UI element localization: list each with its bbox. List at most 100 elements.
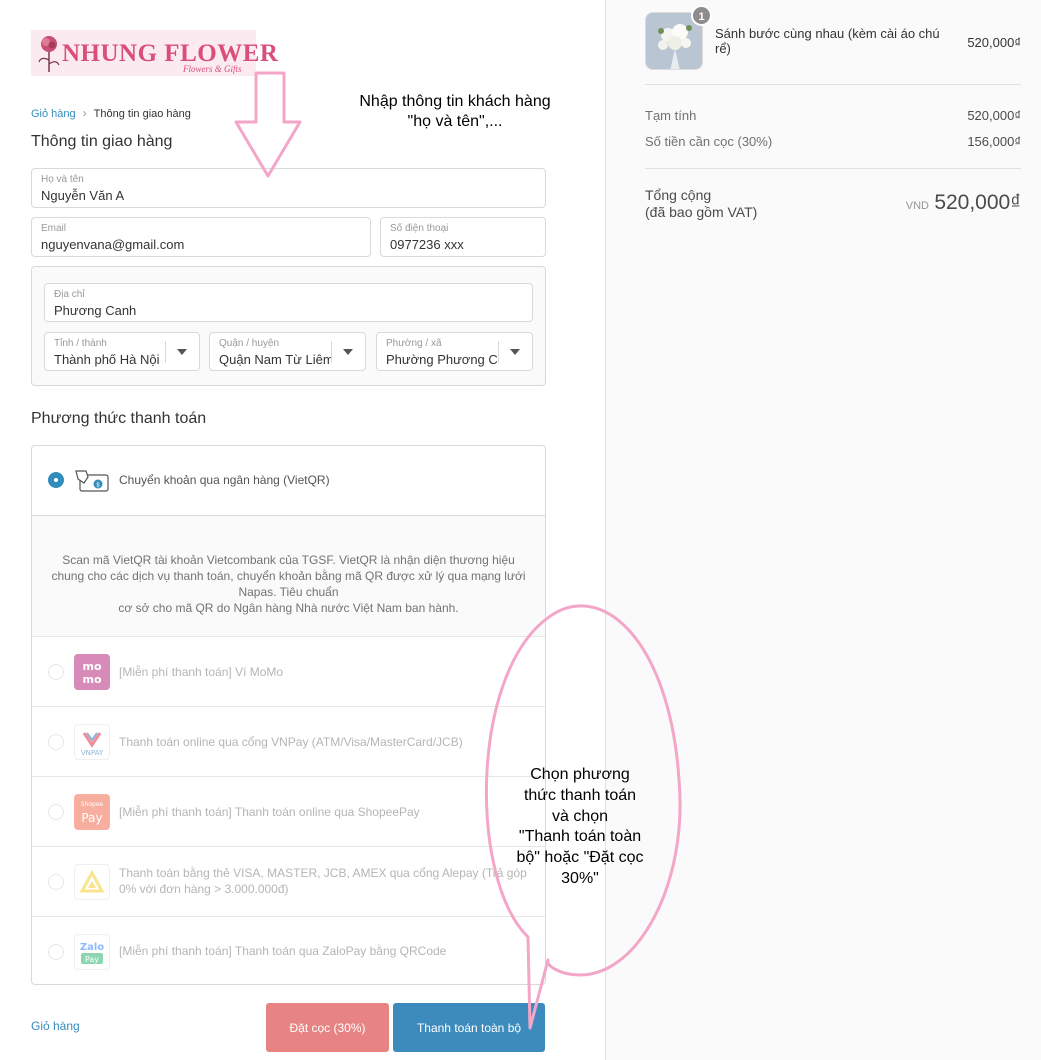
- annotation-text: "họ và tên",...: [407, 113, 503, 130]
- ward-label: Phường / xã: [386, 338, 442, 349]
- payment-option-momo[interactable]: mo mo [Miễn phí thanh toán] Ví MoMo: [32, 637, 545, 707]
- payment-methods: $ Chuyển khoản qua ngân hàng (VietQR) Sc…: [31, 445, 546, 985]
- province-select[interactable]: Tỉnh / thành Thành phố Hà Nội: [44, 332, 200, 371]
- product-name: Sánh bước cùng nhau (kèm cài áo chú rể): [715, 26, 940, 56]
- deposit-row: Số tiền cần cọc (30%) 156,000₫: [645, 134, 1021, 149]
- chevron-down-icon: [498, 341, 532, 363]
- bank-transfer-icon: $: [75, 470, 109, 492]
- svg-text:mo: mo: [82, 660, 101, 673]
- total-label: Tổng cộng: [645, 187, 712, 203]
- divider: [645, 168, 1021, 169]
- radio-button[interactable]: [48, 944, 64, 960]
- breadcrumb-cart-link[interactable]: Giỏ hàng: [31, 108, 76, 120]
- vietqr-label: Chuyển khoản qua ngân hàng (VietQR): [119, 473, 330, 487]
- payment-description-panel: Scan mã VietQR tài khoản Vietcombank của…: [32, 516, 545, 637]
- district-select[interactable]: Quận / huyện Quận Nam Từ Liêm: [209, 332, 366, 371]
- payment-section-title: Phương thức thanh toán: [31, 410, 207, 427]
- vnpay-label: Thanh toán online qua cổng VNPay (ATM/Vi…: [119, 735, 463, 749]
- momo-label: [Miễn phí thanh toán] Ví MoMo: [119, 665, 284, 679]
- annotation-text: thức thanh toán: [523, 786, 637, 804]
- divider: [645, 84, 1021, 85]
- svg-text:VNPAY: VNPAY: [81, 749, 104, 757]
- phone-value: 0977236 xxx: [390, 237, 464, 252]
- phone-field[interactable]: Số điện thoại 0977236 xxx: [380, 217, 546, 257]
- store-logo[interactable]: NHUNG FLOWER Flowers & Gifts: [31, 30, 278, 76]
- zalopay-logo: Zalo Pay: [74, 934, 110, 970]
- vietqr-description-text: Scan mã VietQR tài khoản Vietcombank của…: [51, 553, 526, 599]
- payment-option-alepay[interactable]: Thanh toán bằng thẻ VISA, MASTER, JCB, A…: [32, 847, 545, 917]
- deposit-button[interactable]: Đặt cọc (30%): [266, 1003, 389, 1052]
- breadcrumb: Giỏ hàng › Thông tin giao hàng: [31, 106, 191, 120]
- annotation-text: Chọn phương: [530, 766, 630, 783]
- payment-option-zalopay[interactable]: Zalo Pay [Miễn phí thanh toán] Thanh toán…: [32, 917, 545, 987]
- shipping-annotation: Nhập thông tin khách hàng "họ và tên",..…: [330, 92, 580, 132]
- vnpay-logo: VNPAY: [74, 724, 110, 760]
- currency-code: VND: [905, 200, 929, 212]
- back-to-cart-link[interactable]: Giỏ hàng: [31, 1019, 80, 1033]
- svg-text:$: $: [96, 482, 100, 489]
- total-label-block: Tổng cộng (đã bao gồm VAT): [645, 187, 757, 221]
- svg-text:Pay: Pay: [81, 811, 102, 825]
- alepay-label: Thanh toán bằng thẻ VISA, MASTER, JCB, A…: [119, 866, 527, 896]
- payment-option-shopeepay[interactable]: Shopee Pay [Miễn phí thanh toán] Thanh to…: [32, 777, 545, 847]
- svg-text:mo: mo: [82, 673, 101, 686]
- product-price: 520,000₫: [967, 35, 1021, 50]
- province-value: Thành phố Hà Nội: [54, 352, 160, 367]
- vietqr-description-text-2: cơ sở cho mã QR do Ngân hàng Nhà nước Vi…: [118, 601, 459, 615]
- address-label: Địa chỉ: [54, 289, 85, 300]
- zalopay-label: [Miễn phí thanh toán] Thanh toán qua Zal…: [119, 944, 447, 958]
- address-value: Phương Canh: [54, 303, 137, 318]
- down-arrow-annotation: [234, 71, 302, 178]
- svg-text:Zalo: Zalo: [80, 942, 104, 953]
- subtotal-row: Tạm tính 520,000₫: [645, 108, 1021, 123]
- alepay-logo: [74, 864, 110, 900]
- annotation-text: 30%": [561, 869, 599, 887]
- ward-select[interactable]: Phường / xã Phường Phương C: [376, 332, 533, 371]
- ward-value: Phường Phương C: [386, 352, 498, 367]
- payment-option-vnpay[interactable]: VNPAY Thanh toán online qua cổng VNPay (…: [32, 707, 545, 777]
- total-note: (đã bao gồm VAT): [645, 204, 758, 220]
- fullname-field[interactable]: Họ và tên Nguyễn Văn A: [31, 168, 546, 208]
- fullname-label: Họ và tên: [41, 174, 84, 185]
- shopeepay-logo: Shopee Pay: [74, 794, 110, 830]
- province-label: Tỉnh / thành: [54, 338, 107, 349]
- annotation-text: và chọn: [551, 807, 609, 825]
- radio-selected[interactable]: [48, 472, 64, 488]
- deposit-amount-value: 156,000₫: [967, 134, 1021, 149]
- vietqr-description: Scan mã VietQR tài khoản Vietcombank của…: [46, 552, 531, 616]
- chevron-right-icon: ›: [82, 106, 87, 120]
- rose-icon: [38, 36, 60, 72]
- chevron-down-icon: [331, 341, 365, 363]
- fullname-value: Nguyễn Văn A: [41, 188, 125, 203]
- email-value: nguyenvana@gmail.com: [41, 237, 185, 252]
- svg-text:Shopee: Shopee: [81, 801, 104, 808]
- order-summary: 1 Sánh bước cùng nhau (kèm cài áo chú rể…: [605, 0, 1041, 1060]
- annotation-text: "Thanh toán toàn: [518, 828, 642, 846]
- payment-option-vietqr[interactable]: $ Chuyển khoản qua ngân hàng (VietQR): [32, 446, 545, 516]
- subtotal-value: 520,000₫: [967, 108, 1021, 123]
- district-label: Quận / huyện: [219, 338, 280, 349]
- shopeepay-label: [Miễn phí thanh toán] Thanh toán online …: [119, 805, 420, 819]
- address-field[interactable]: Địa chỉ Phương Canh: [44, 283, 533, 322]
- pay-full-button[interactable]: Thanh toán toàn bộ: [393, 1003, 545, 1052]
- quantity-badge: 1: [691, 5, 712, 26]
- radio-button[interactable]: [48, 804, 64, 820]
- payment-annotation: Chọn phương thức thanh toán và chọn "Tha…: [495, 765, 665, 890]
- logo-text: NHUNG FLOWER: [62, 40, 279, 67]
- email-field[interactable]: Email nguyenvana@gmail.com: [31, 217, 371, 257]
- chevron-down-icon: [165, 341, 199, 363]
- shipping-section-title: Thông tin giao hàng: [31, 133, 173, 150]
- annotation-text: bộ" hoặc "Đặt cọc: [516, 849, 644, 867]
- deposit-amount-label: Số tiền cần cọc (30%): [645, 134, 773, 149]
- annotation-text: Nhập thông tin khách hàng: [359, 93, 551, 110]
- radio-button[interactable]: [48, 874, 64, 890]
- radio-button[interactable]: [48, 664, 64, 680]
- svg-text:Pay: Pay: [85, 955, 99, 964]
- phone-label: Số điện thoại: [390, 223, 449, 234]
- momo-logo: mo mo: [74, 654, 110, 690]
- breadcrumb-current: Thông tin giao hàng: [93, 108, 191, 120]
- district-value: Quận Nam Từ Liêm: [219, 352, 331, 367]
- logo-tagline: Flowers & Gifts: [183, 64, 242, 74]
- radio-button[interactable]: [48, 734, 64, 750]
- subtotal-label: Tạm tính: [645, 108, 697, 123]
